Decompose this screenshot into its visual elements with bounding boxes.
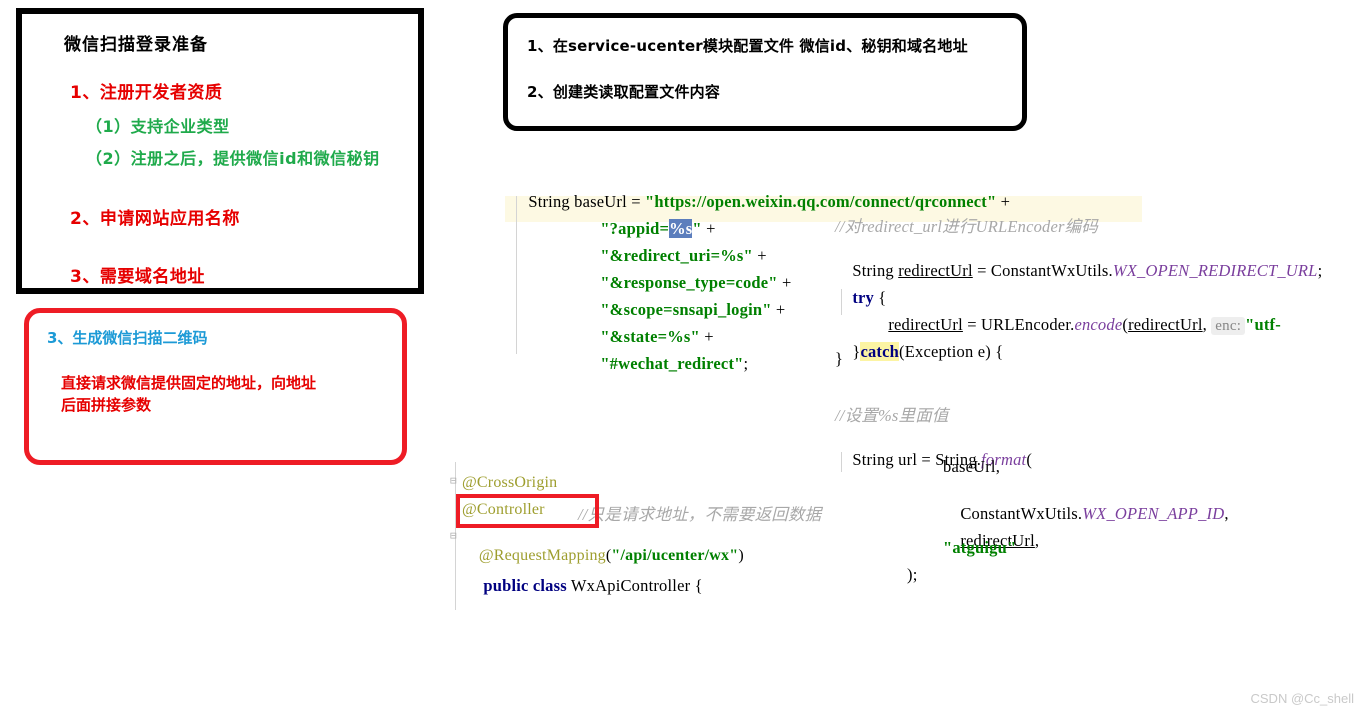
- annotation-crossorigin: @CrossOrigin: [462, 474, 557, 492]
- format-redirecturl-comma: ,: [1035, 531, 1039, 550]
- encode-argument: redirectUrl: [1128, 315, 1203, 334]
- indent-guide-format: [841, 452, 842, 472]
- config-step-1: 1、在service-ucenter模块配置文件 微信id、秘钥和域名地址: [527, 35, 968, 56]
- prep-item-2: 2、申请网站应用名称: [70, 204, 240, 229]
- baseurl-semicolon: ;: [744, 354, 749, 373]
- encoder-comment: //对redirect_url进行URLEncoder编码: [835, 213, 1098, 237]
- appid-constant-comma: ,: [1224, 504, 1228, 523]
- code-class-declaration: public class WxApiController {: [466, 556, 703, 616]
- prep-item-1-sub-1: （1）支持企业类型: [86, 113, 230, 137]
- keyword-class: class: [529, 576, 567, 595]
- redirecturl-semicolon: ;: [1318, 261, 1323, 280]
- wechat-redirect-literal: "#wechat_redirect": [600, 354, 743, 373]
- qrcode-body-line-2: 后面拼接参数: [61, 395, 381, 417]
- controller-emphasis-rectangle: [456, 494, 599, 528]
- qrcode-body-line-1: 直接请求微信提供固定的地址，向地址: [61, 373, 381, 395]
- format-comment: //设置%s里面值: [835, 402, 949, 426]
- qrcode-generation-body: 直接请求微信提供固定的地址，向地址 后面拼接参数: [61, 373, 381, 417]
- code-catch-line: } catch(Exception e) {: [835, 322, 1003, 382]
- catch-arguments: (Exception e) {: [899, 342, 1003, 361]
- prep-item-1: 1、注册开发者资质: [70, 78, 222, 103]
- baseurl-plus-5: +: [772, 300, 786, 319]
- catch-keyword: catch: [860, 342, 899, 361]
- redirecturl-constant: WX_OPEN_REDIRECT_URL: [1113, 261, 1318, 280]
- wechat-login-prep-box: 微信扫描登录准备 1、注册开发者资质 （1）支持企业类型 （2）注册之后，提供微…: [16, 8, 424, 294]
- baseurl-plus-1: +: [996, 192, 1010, 211]
- encode-charset-literal: "utf-: [1245, 315, 1281, 334]
- class-name-wxapicontroller: WxApiController {: [567, 576, 703, 595]
- wechat-login-prep-title: 微信扫描登录准备: [64, 30, 208, 55]
- code-redirecturl-declaration: String redirectUrl = ConstantWxUtils.WX_…: [835, 241, 1322, 301]
- encode-method-name: encode: [1074, 315, 1122, 334]
- qrcode-generation-box: 3、生成微信扫描二维码 直接请求微信提供固定的地址，向地址 后面拼接参数: [24, 308, 407, 465]
- code-format-close: );: [907, 565, 917, 585]
- config-steps-box: 1、在service-ucenter模块配置文件 微信id、秘钥和域名地址 2、…: [503, 13, 1027, 131]
- parameter-hint-enc: enc:: [1211, 317, 1245, 335]
- qrcode-generation-title: 3、生成微信扫描二维码: [47, 327, 207, 348]
- format-open-paren: (: [1026, 450, 1032, 469]
- controller-inline-comment: //只是请求地址，不需要返回数据: [578, 501, 821, 525]
- keyword-public: public: [483, 576, 528, 595]
- code-format-declaration: String url = String.format(: [835, 430, 1032, 490]
- code-format-arg-baseurl: baseUrl,: [943, 457, 1000, 477]
- requestmapping-close-paren: ): [738, 547, 744, 564]
- code-catch-end-brace: }: [835, 349, 843, 369]
- csdn-watermark: CSDN @Cc_shell: [1251, 691, 1355, 706]
- config-step-2: 2、创建类读取配置文件内容: [527, 81, 720, 102]
- prep-item-1-sub-2: （2）注册之后，提供微信id和微信秘钥: [86, 145, 380, 169]
- indent-guide-try: [841, 289, 842, 315]
- redirecturl-assign: = ConstantWxUtils.: [973, 261, 1113, 280]
- code-fold-marker-2[interactable]: ⊟: [450, 529, 457, 542]
- appid-constant-name: WX_OPEN_APP_ID: [1082, 504, 1224, 523]
- redirecturl-variable: redirectUrl: [898, 261, 973, 280]
- slide-canvas: 微信扫描登录准备 1、注册开发者资质 （1）支持企业类型 （2）注册之后，提供微…: [0, 0, 1368, 714]
- code-fold-marker-1[interactable]: ⊟: [450, 474, 457, 487]
- code-format-arg-state: "atguigu": [943, 538, 1016, 558]
- prep-item-3: 3、需要域名地址: [70, 262, 205, 287]
- code-baseurl-line-7: "#wechat_redirect";: [583, 334, 748, 394]
- encode-comma: ,: [1203, 315, 1212, 334]
